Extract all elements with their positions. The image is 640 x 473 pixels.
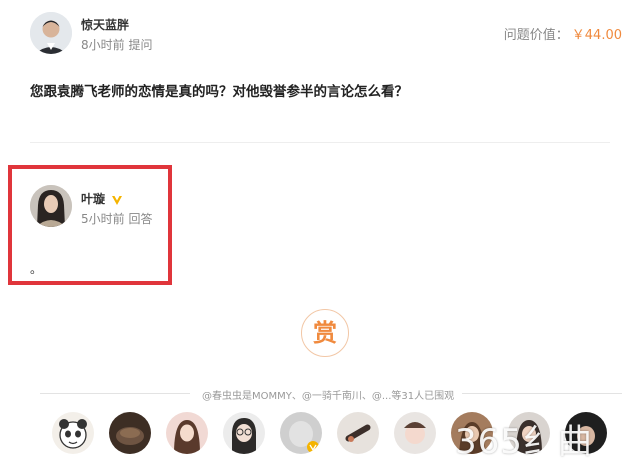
question-text: 您跟袁腾飞老师的恋情是真的吗？对他毁誉参半的言论怎么看？ [30,84,408,100]
supporter-avatar-4[interactable] [223,412,265,454]
answerer-name[interactable]: 叶璇 [81,190,105,207]
answer-action: 回答 [128,212,153,226]
divider [30,142,610,143]
supporter-avatar-1[interactable] [52,412,94,454]
reward-button[interactable]: 赏 [301,309,349,357]
asker-name[interactable]: 惊天蓝胖 [81,16,129,33]
supporter-avatar-5[interactable] [280,412,322,454]
answer-meta: 5小时前 回答 [81,210,152,227]
watermark-text: 365纟曲 [455,422,593,462]
question-value: 问题价值： ￥44.00 [504,24,622,43]
divider [40,393,190,394]
asker-action: 提问 [128,38,153,52]
answerer-avatar[interactable] [30,185,72,227]
supporter-avatar-2[interactable] [109,412,151,454]
answer-time: 5小时前 [81,212,125,226]
asker-avatar[interactable] [30,12,72,54]
verified-v-icon [111,191,123,205]
supporter-avatar-3[interactable] [166,412,208,454]
supporter-avatar-6[interactable] [337,412,379,454]
supporter-avatar-7[interactable] [394,412,436,454]
asker-time: 8小时前 [81,38,125,52]
reward-summary[interactable]: @春虫虫是MOMMY、@一骑千南川、@...等31人已围观 [202,387,454,402]
question-value-label: 问题价值： [503,28,569,43]
divider [462,393,622,394]
answer-body: 。 [30,262,43,276]
question-value-amount: ￥44.00 [571,28,622,43]
asker-meta: 8小时前 提问 [81,36,152,53]
